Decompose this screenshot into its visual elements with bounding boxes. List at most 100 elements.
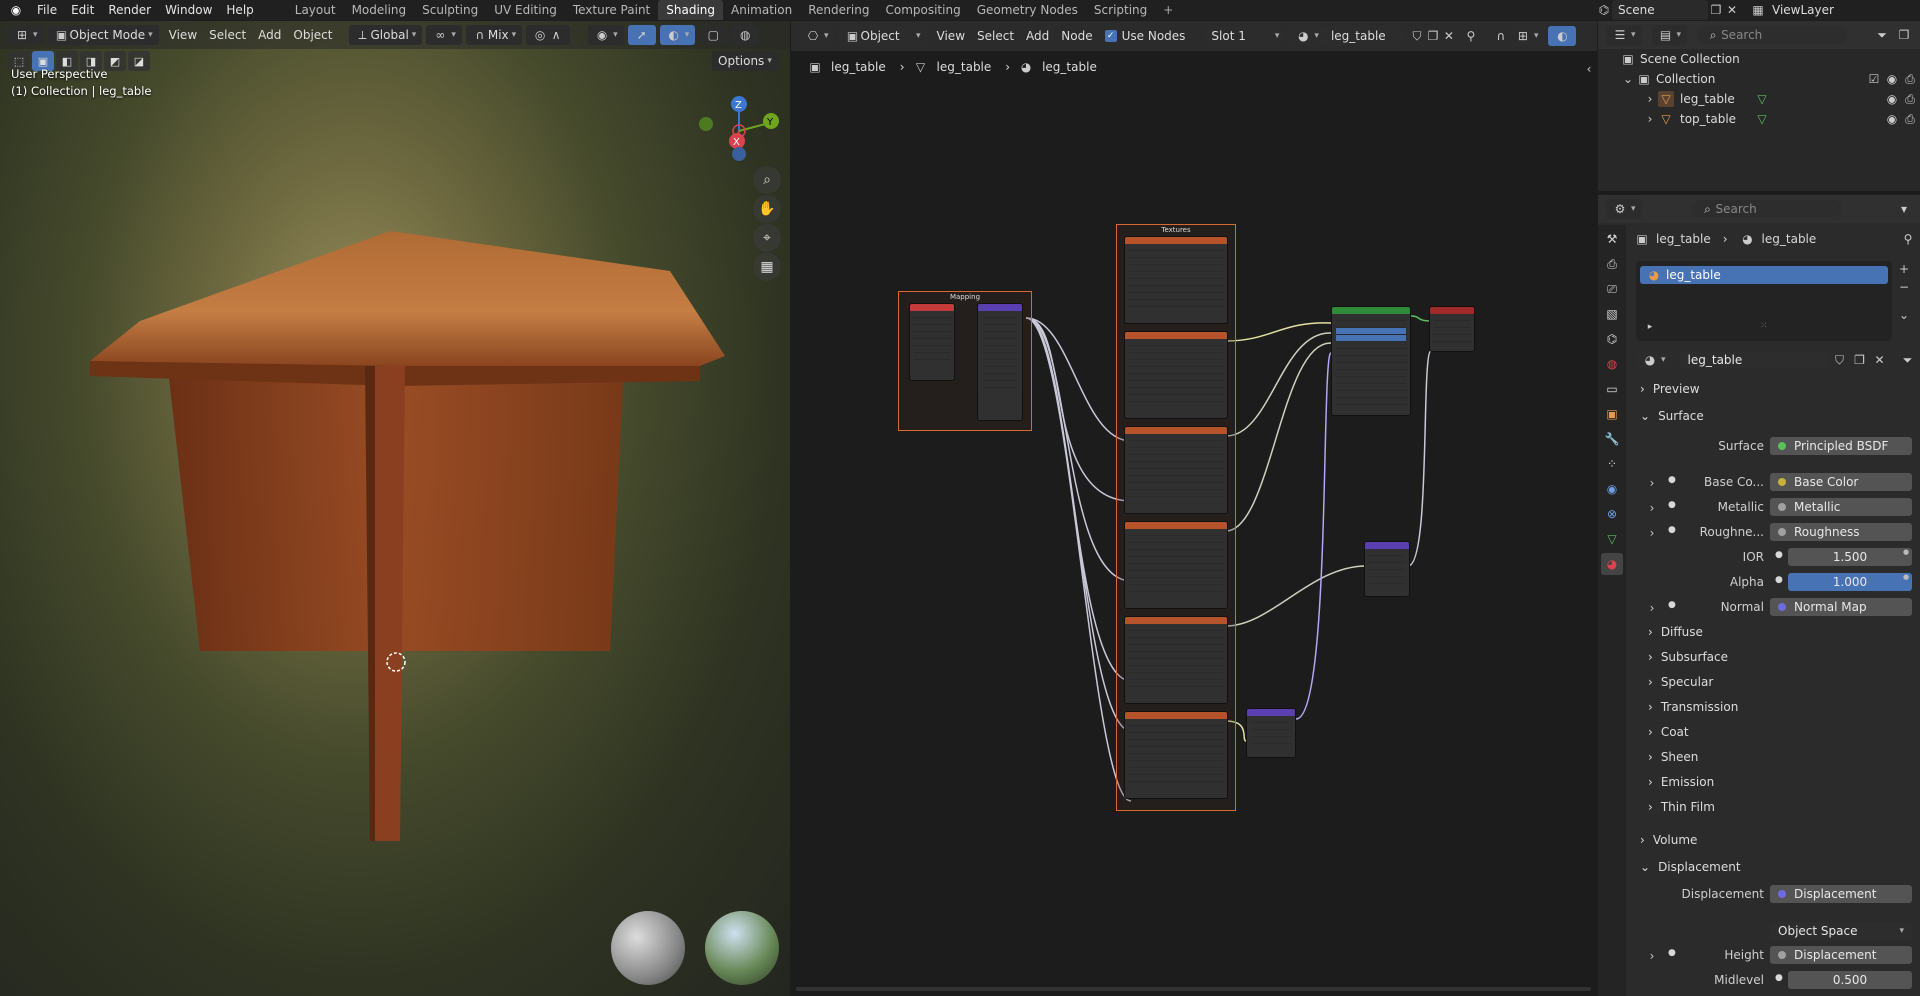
display-mode-select[interactable]: ▤ ▾ [1651,25,1688,45]
subpanel-thin-film[interactable]: › Thin Film [1648,800,1715,814]
normal-map-node[interactable] [1246,708,1296,758]
render-camera-icon[interactable]: ⎙ [1902,71,1918,87]
browse-material-button[interactable]: ◕ ▾ [1636,350,1672,370]
shader-node-editor[interactable]: ⎔ ▾ ▣ Object ▾ View Select Add Node ✓ Use No… [791,21,1597,996]
scene-tab-icon[interactable]: ⌬ [1601,328,1623,350]
delete-scene-icon[interactable]: ✕ [1724,2,1740,18]
image-texture-ao-node[interactable] [1124,236,1228,324]
surface-shader-field[interactable]: Principled BSDF [1770,437,1912,455]
menu-help[interactable]: Help [219,0,260,20]
slot-menu-chevron-icon[interactable]: ⌄ [1896,307,1912,323]
roughness-field[interactable]: Roughness [1770,523,1912,541]
texture-coordinate-node[interactable] [909,303,955,381]
ior-field[interactable]: 1.500 [1788,548,1912,566]
output-tab-icon[interactable]: ⎚ [1601,278,1623,300]
tab-scripting[interactable]: Scripting [1086,0,1155,20]
menu-window[interactable]: Window [158,0,219,20]
chevron-down-icon[interactable]: ▾ [1896,201,1912,217]
keyframe-dot-icon[interactable]: ● [1903,548,1909,556]
visibility-eye-icon[interactable]: ◉ [1884,91,1900,107]
outliner-row-scene-collection[interactable]: ▣ Scene Collection [1598,49,1920,69]
chevron-right-icon[interactable]: › [1644,948,1660,964]
object-tab-icon[interactable]: ▣ [1601,403,1623,425]
tab-modeling[interactable]: Modeling [344,0,415,20]
outliner-row-leg-table[interactable]: › ▽ leg_table ▽ ◉ ⎙ [1598,89,1920,109]
outliner-row-top-table[interactable]: › ▽ top_table ▽ ◉ ⎙ [1598,109,1920,129]
chevron-right-icon[interactable]: › [1644,475,1660,491]
space-select[interactable]: Object Space ▾ [1770,922,1912,940]
tool-tab-icon[interactable]: ⚒ [1601,228,1623,250]
tab-layout[interactable]: Layout [287,0,344,20]
chevron-down-icon[interactable]: ⌄ [1620,71,1636,87]
tab-compositing[interactable]: Compositing [877,0,968,20]
material-name-field[interactable]: leg_table [1679,351,1828,369]
subpanel-sheen[interactable]: › Sheen [1648,750,1698,764]
tab-sculpting[interactable]: Sculpting [414,0,486,20]
section-volume[interactable]: › Volume [1640,833,1697,847]
subpanel-emission[interactable]: › Emission [1648,775,1714,789]
scene-name[interactable]: Scene [1612,0,1708,20]
remove-slot-icon[interactable]: − [1896,279,1912,295]
chevron-right-icon[interactable]: › [1642,91,1658,107]
tab-texture-paint[interactable]: Texture Paint [565,0,658,20]
displacement-field[interactable]: Displacement [1770,885,1912,903]
physics-tab-icon[interactable]: ◉ [1601,478,1623,500]
add-workspace-button[interactable]: + [1155,0,1181,20]
alpha-field[interactable]: 1.000 [1788,573,1912,591]
tab-shading[interactable]: Shading [658,0,723,20]
properties-editor-type[interactable]: ⚙ ▾ [1606,199,1642,219]
horizontal-scrollbar[interactable] [796,987,1591,991]
fake-user-shield-icon[interactable]: ⛉ [1832,352,1848,368]
subpanel-diffuse[interactable]: › Diffuse [1648,625,1703,639]
menu-edit[interactable]: Edit [64,0,101,20]
view-layer-name[interactable]: ViewLayer [1766,0,1840,20]
image-texture-metallic-node[interactable] [1124,426,1228,514]
menu-file[interactable]: File [30,0,64,20]
outliner-search-input[interactable]: ⌕ Search [1697,26,1848,44]
chevron-right-icon[interactable]: › [1644,500,1660,516]
render-camera-icon[interactable]: ⎙ [1902,91,1918,107]
tab-uv-editing[interactable]: UV Editing [486,0,565,20]
properties-search-input[interactable]: ⌕ Search [1691,200,1842,218]
chevron-right-icon[interactable]: › [1644,525,1660,541]
view-layer-icon[interactable]: ▦ [1750,2,1766,18]
modifier-tab-icon[interactable]: 🔧 [1601,428,1623,450]
material-output-node[interactable] [1429,306,1475,352]
data-tab-icon[interactable]: ▽ [1601,528,1623,550]
section-preview[interactable]: › Preview [1640,382,1700,396]
normal-field[interactable]: Normal Map [1770,598,1912,616]
outliner-editor-type[interactable]: ☰ ▾ [1606,25,1642,45]
subpanel-transmission[interactable]: › Transmission [1648,700,1738,714]
tab-geometry-nodes[interactable]: Geometry Nodes [969,0,1086,20]
material-tab-icon[interactable]: ◕ [1601,553,1623,575]
world-tab-icon[interactable]: ◍ [1601,353,1623,375]
constraints-tab-icon[interactable]: ⊗ [1601,503,1623,525]
pin-icon[interactable]: ⚲ [1900,231,1916,247]
subpanel-subsurface[interactable]: › Subsurface [1648,650,1728,664]
filter-icon[interactable]: ⏷ [1874,27,1890,43]
subpanel-coat[interactable]: › Coat [1648,725,1689,739]
image-texture-displacement-node[interactable] [1124,616,1228,704]
render-camera-icon[interactable]: ⎙ [1902,111,1918,127]
menu-render[interactable]: Render [101,0,158,20]
visibility-eye-icon[interactable]: ◉ [1884,111,1900,127]
midlevel-field[interactable]: 0.500 [1788,971,1912,989]
resize-handle-icon[interactable]: ⁙ [1760,321,1768,331]
base-color-field[interactable]: Base Color [1770,473,1912,491]
view-layer-tab-icon[interactable]: ▧ [1601,303,1623,325]
chevron-right-icon[interactable]: › [1644,600,1660,616]
section-displacement[interactable]: ⌄ Displacement [1640,860,1741,874]
chevron-right-icon[interactable]: › [1642,111,1658,127]
principled-bsdf-node[interactable] [1331,306,1411,416]
3d-viewport[interactable]: ⊞ ▾ ▣ Object Mode ▾ View Select Add Object … [0,21,790,996]
keyframe-dot-icon[interactable]: ● [1903,573,1909,581]
collection-checkbox-icon[interactable]: ☑ [1866,71,1882,87]
visibility-eye-icon[interactable]: ◉ [1884,71,1900,87]
subpanel-specular[interactable]: › Specular [1648,675,1713,689]
unlink-material-icon[interactable]: ✕ [1872,352,1888,368]
tab-animation[interactable]: Animation [723,0,800,20]
render-tab-icon[interactable]: ⎙ [1601,253,1623,275]
tab-rendering[interactable]: Rendering [800,0,877,20]
add-slot-icon[interactable]: + [1896,261,1912,277]
outliner-row-collection[interactable]: ⌄ ▣ Collection ☑ ◉ ⎙ [1598,69,1920,89]
